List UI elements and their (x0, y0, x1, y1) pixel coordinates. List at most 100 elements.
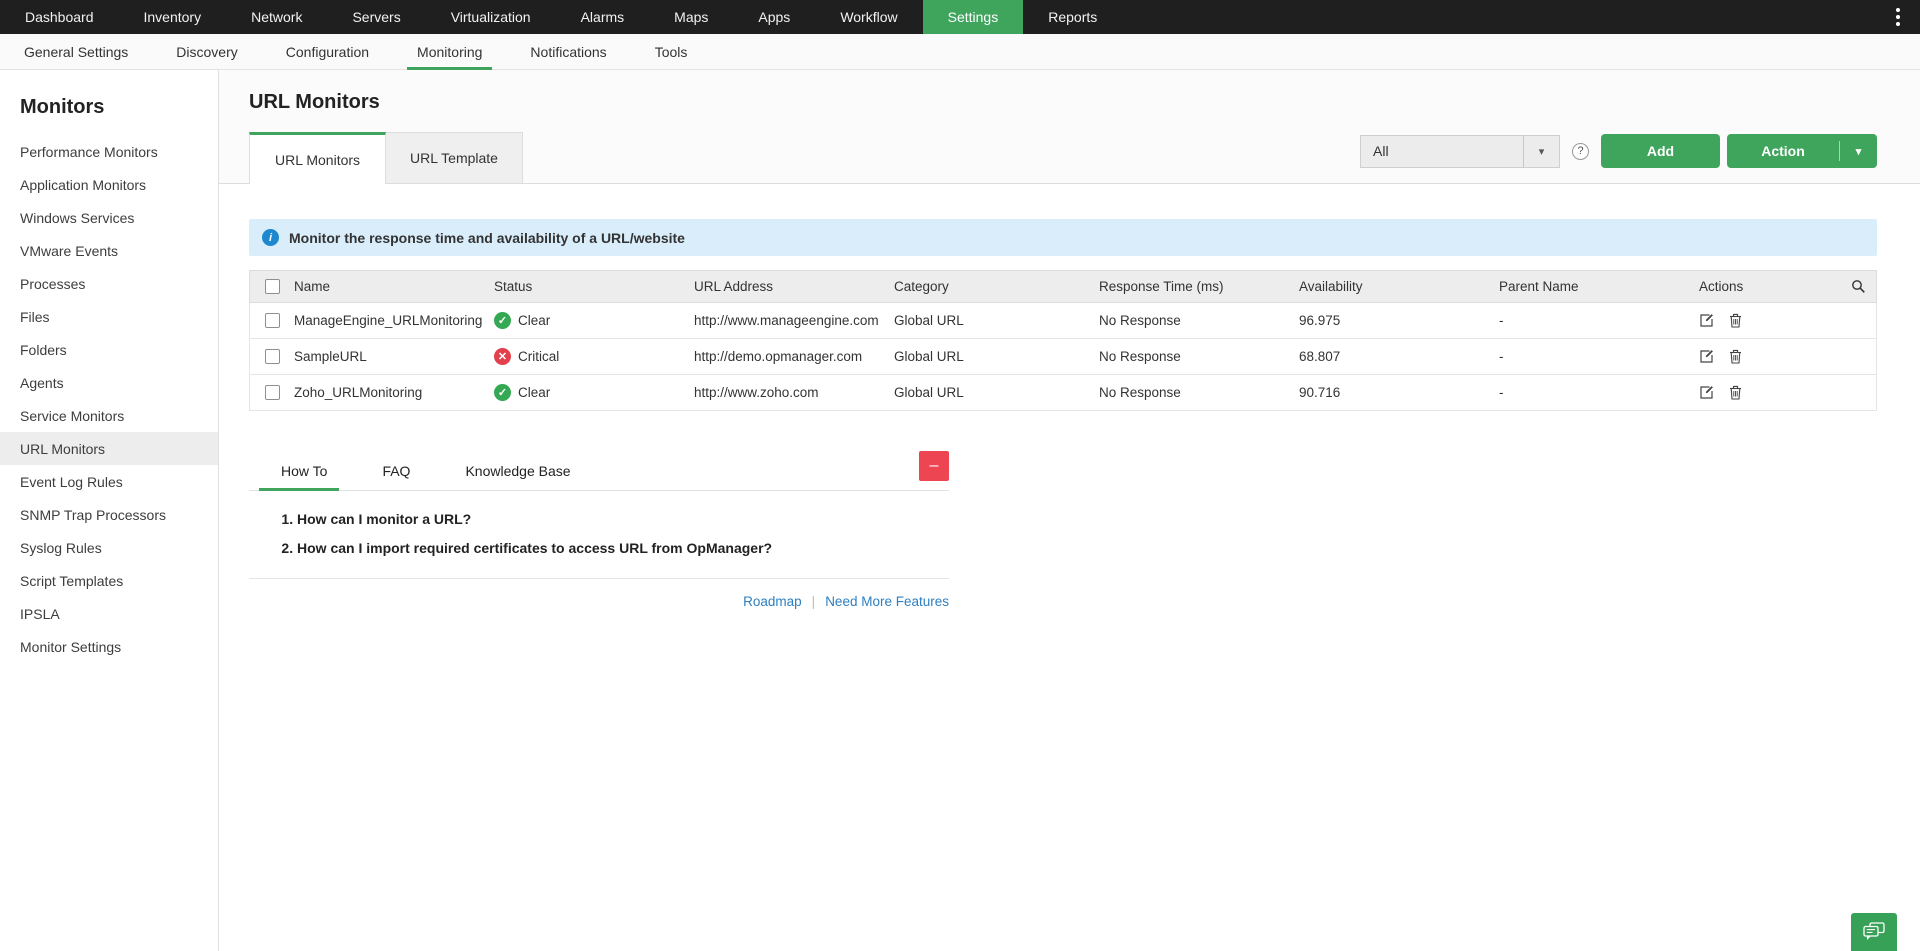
row-checkbox[interactable] (265, 313, 280, 328)
sidebar-item-script-templates[interactable]: Script Templates (0, 564, 218, 597)
help-question[interactable]: How can I import required certificates t… (297, 540, 949, 556)
sidebar-item-event-log-rules[interactable]: Event Log Rules (0, 465, 218, 498)
url-address: http://demo.opmanager.com (694, 349, 894, 364)
subnav-monitoring[interactable]: Monitoring (393, 34, 506, 69)
sidebar-item-ipsla[interactable]: IPSLA (0, 597, 218, 630)
sidebar-item-processes[interactable]: Processes (0, 267, 218, 300)
parent-name: - (1499, 349, 1699, 364)
sidebar-item-service-monitors[interactable]: Service Monitors (0, 399, 218, 432)
table-row: SampleURL ✕Critical http://demo.opmanage… (249, 339, 1877, 375)
sidebar-item-monitor-settings[interactable]: Monitor Settings (0, 630, 218, 663)
status-clear-icon: ✓ (494, 312, 511, 329)
info-icon: i (262, 229, 279, 246)
availability: 96.975 (1299, 313, 1499, 328)
topnav-inventory[interactable]: Inventory (119, 0, 227, 34)
parent-name: - (1499, 313, 1699, 328)
topnav-virtualization[interactable]: Virtualization (426, 0, 556, 34)
subnav-configuration[interactable]: Configuration (262, 34, 393, 69)
subnav-tools[interactable]: Tools (631, 34, 712, 69)
help-panel: How To FAQ Knowledge Base – How can I mo… (249, 451, 949, 609)
help-tab-faq[interactable]: FAQ (382, 451, 410, 490)
monitor-name[interactable]: SampleURL (294, 349, 494, 364)
availability: 90.716 (1299, 385, 1499, 400)
header-name: Name (294, 279, 494, 294)
top-navigation-bar: Dashboard Inventory Network Servers Virt… (0, 0, 1920, 34)
edit-icon[interactable] (1699, 349, 1714, 364)
delete-icon[interactable] (1729, 313, 1742, 328)
link-separator: | (812, 594, 816, 609)
select-all-checkbox[interactable] (265, 279, 280, 294)
topnav-apps[interactable]: Apps (733, 0, 815, 34)
sidebar-item-folders[interactable]: Folders (0, 333, 218, 366)
header-parent-name: Parent Name (1499, 279, 1699, 294)
delete-icon[interactable] (1729, 385, 1742, 400)
category: Global URL (894, 385, 1099, 400)
divider (249, 578, 949, 579)
response-time: No Response (1099, 385, 1299, 400)
action-button-label: Action (1727, 143, 1839, 159)
topnav-dashboard[interactable]: Dashboard (0, 0, 119, 34)
sidebar-title: Monitors (20, 96, 218, 119)
header-availability: Availability (1299, 279, 1499, 294)
chat-support-button[interactable] (1851, 913, 1897, 951)
add-button[interactable]: Add (1601, 134, 1720, 168)
collapse-help-button[interactable]: – (919, 451, 949, 481)
table-header-row: Name Status URL Address Category Respons… (249, 270, 1877, 303)
topnav-alarms[interactable]: Alarms (556, 0, 650, 34)
table-search-icon[interactable] (1851, 279, 1866, 294)
sidebar-item-url-monitors[interactable]: URL Monitors (0, 432, 218, 465)
topnav-servers[interactable]: Servers (327, 0, 425, 34)
subnav-discovery[interactable]: Discovery (152, 34, 261, 69)
sidebar-item-snmp-trap-processors[interactable]: SNMP Trap Processors (0, 498, 218, 531)
url-address: http://www.zoho.com (694, 385, 894, 400)
help-tab-knowledge-base[interactable]: Knowledge Base (465, 451, 570, 490)
delete-icon[interactable] (1729, 349, 1742, 364)
info-banner: i Monitor the response time and availabi… (249, 219, 1877, 256)
table-row: Zoho_URLMonitoring ✓Clear http://www.zoh… (249, 375, 1877, 411)
monitors-sidebar: Monitors Performance Monitors Applicatio… (0, 70, 219, 951)
roadmap-link[interactable]: Roadmap (743, 594, 802, 609)
tab-url-monitors[interactable]: URL Monitors (249, 132, 386, 184)
topnav-settings[interactable]: Settings (923, 0, 1024, 34)
help-icon[interactable]: ? (1572, 143, 1589, 160)
sidebar-item-vmware-events[interactable]: VMware Events (0, 234, 218, 267)
sidebar-item-application-monitors[interactable]: Application Monitors (0, 168, 218, 201)
url-monitors-table: Name Status URL Address Category Respons… (249, 270, 1877, 411)
info-banner-text: Monitor the response time and availabili… (289, 230, 685, 246)
kebab-menu-icon[interactable] (1876, 0, 1920, 34)
help-question[interactable]: How can I monitor a URL? (297, 511, 949, 527)
sidebar-item-performance-monitors[interactable]: Performance Monitors (0, 135, 218, 168)
header-url-address: URL Address (694, 279, 894, 294)
response-time: No Response (1099, 313, 1299, 328)
subnav-general-settings[interactable]: General Settings (0, 34, 152, 69)
topnav-maps[interactable]: Maps (649, 0, 733, 34)
monitor-name[interactable]: ManageEngine_URLMonitoring (294, 313, 494, 328)
tab-url-template[interactable]: URL Template (386, 132, 523, 183)
edit-icon[interactable] (1699, 385, 1714, 400)
edit-icon[interactable] (1699, 313, 1714, 328)
chevron-down-icon: ▾ (1523, 136, 1559, 167)
action-button[interactable]: Action ▾ (1727, 134, 1877, 168)
help-tab-how-to[interactable]: How To (281, 451, 327, 490)
sidebar-item-files[interactable]: Files (0, 300, 218, 333)
header-actions: Actions (1699, 279, 1839, 294)
sidebar-item-agents[interactable]: Agents (0, 366, 218, 399)
topnav-reports[interactable]: Reports (1023, 0, 1122, 34)
chat-bubbles-icon (1862, 922, 1886, 942)
status-label: Critical (518, 349, 559, 364)
status-label: Clear (518, 385, 550, 400)
row-checkbox[interactable] (265, 385, 280, 400)
row-checkbox[interactable] (265, 349, 280, 364)
chevron-down-icon[interactable]: ▾ (1839, 141, 1877, 161)
sidebar-item-windows-services[interactable]: Windows Services (0, 201, 218, 234)
sidebar-item-syslog-rules[interactable]: Syslog Rules (0, 531, 218, 564)
topnav-network[interactable]: Network (226, 0, 327, 34)
filter-selected-value: All (1361, 143, 1523, 159)
filter-dropdown[interactable]: All ▾ (1360, 135, 1560, 168)
need-more-features-link[interactable]: Need More Features (825, 594, 949, 609)
status-label: Clear (518, 313, 550, 328)
monitor-name[interactable]: Zoho_URLMonitoring (294, 385, 494, 400)
topnav-workflow[interactable]: Workflow (815, 0, 922, 34)
subnav-notifications[interactable]: Notifications (506, 34, 630, 69)
table-row: ManageEngine_URLMonitoring ✓Clear http:/… (249, 303, 1877, 339)
